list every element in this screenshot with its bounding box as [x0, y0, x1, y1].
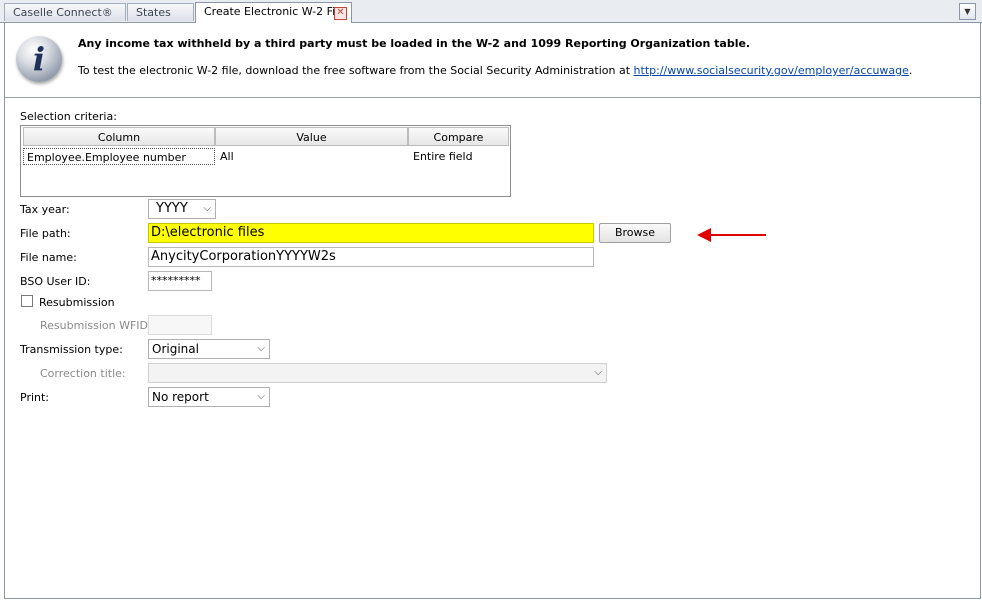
correction-title-select[interactable]: ⌵ — [148, 363, 607, 383]
tab-bar: Caselle Connect® States Create Electroni… — [0, 0, 982, 23]
accuwage-link[interactable]: http://www.socialsecurity.gov/employer/a… — [634, 64, 909, 77]
browse-button[interactable]: Browse — [599, 223, 671, 243]
tax-year-select[interactable]: YYYY ⌵ — [148, 199, 216, 219]
close-icon[interactable]: ✕ — [334, 7, 347, 20]
correction-title-label: Correction title: — [40, 367, 126, 380]
bso-user-id-label: BSO User ID: — [20, 275, 91, 288]
grid-cell-compare[interactable]: Entire field — [410, 148, 508, 165]
info-message: To test the electronic W-2 file, downloa… — [78, 64, 912, 77]
selection-criteria-grid[interactable]: Column Value Compare Employee.Employee n… — [20, 125, 511, 197]
bso-user-id-input[interactable]: ********* — [148, 271, 212, 291]
file-name-input[interactable]: AnycityCorporationYYYYW2s — [148, 247, 594, 267]
main-panel: i Any income tax withheld by a third par… — [4, 23, 981, 599]
resubmission-checkbox[interactable] — [21, 295, 33, 307]
tax-year-label: Tax year: — [20, 203, 70, 216]
chevron-down-icon: ⌵ — [257, 343, 265, 354]
print-value: No report — [152, 390, 209, 404]
grid-cell-value[interactable]: All — [217, 148, 407, 165]
chevron-down-icon: ⌵ — [203, 203, 211, 214]
print-label: Print: — [20, 391, 50, 404]
transmission-type-value: Original — [152, 342, 199, 356]
chevron-down-icon: ⌵ — [594, 367, 602, 378]
resubmission-wfid-label: Resubmission WFID: — [40, 319, 152, 332]
column-header-compare[interactable]: Compare — [408, 127, 509, 146]
print-select[interactable]: No report ⌵ — [148, 387, 270, 407]
file-path-input[interactable]: D:\electronic files — [148, 223, 594, 243]
info-bar: i Any income tax withheld by a third par… — [5, 23, 980, 98]
column-header-column[interactable]: Column — [23, 127, 215, 146]
tab-label: Create Electronic W-2 File — [204, 5, 346, 18]
chevron-down-icon: ⌵ — [257, 391, 265, 402]
tab-states[interactable]: States — [127, 3, 194, 21]
selection-criteria-label: Selection criteria: — [20, 110, 117, 123]
info-bold-message: Any income tax withheld by a third party… — [78, 37, 751, 50]
info-icon: i — [16, 36, 62, 82]
tab-list-dropdown-icon[interactable]: ▼ — [959, 3, 976, 20]
tab-caselle-connect[interactable]: Caselle Connect® — [4, 3, 126, 21]
tab-label: States — [136, 6, 171, 19]
red-arrow-annotation — [697, 228, 766, 242]
resubmission-wfid-input[interactable] — [148, 315, 212, 335]
info-message-prefix: To test the electronic W-2 file, downloa… — [78, 64, 634, 77]
tax-year-value: YYYY — [156, 201, 188, 216]
info-icon-glyph: i — [32, 40, 46, 78]
transmission-type-label: Transmission type: — [20, 343, 123, 356]
info-message-suffix: . — [908, 64, 913, 77]
tab-create-electronic-w2-file[interactable]: Create Electronic W-2 File ✕ — [195, 2, 352, 23]
file-name-label: File name: — [20, 251, 77, 264]
file-path-label: File path: — [20, 227, 71, 240]
transmission-type-select[interactable]: Original ⌵ — [148, 339, 270, 359]
column-header-value[interactable]: Value — [215, 127, 408, 146]
grid-cell-column[interactable]: Employee.Employee number — [23, 148, 215, 165]
resubmission-label: Resubmission — [39, 296, 115, 309]
tab-label: Caselle Connect® — [13, 6, 113, 19]
